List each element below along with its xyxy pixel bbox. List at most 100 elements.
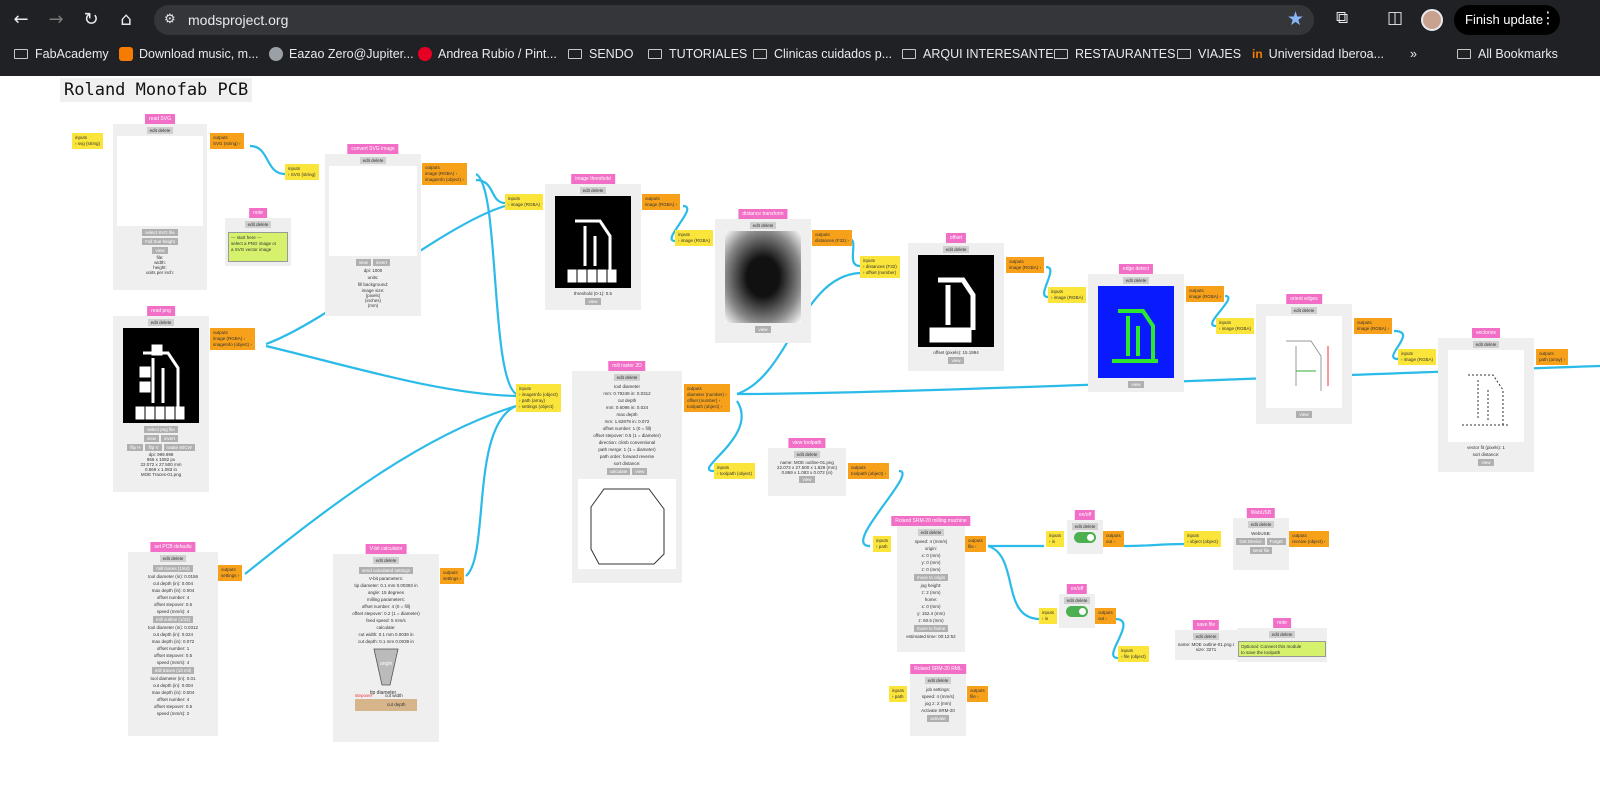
output-port[interactable]: outputs SVG (string) › [210,133,244,149]
module-mill-raster-2d[interactable]: mill raster 2D edit delete tool diameter… [572,361,682,583]
move-home-button[interactable]: move to home [913,625,949,632]
param-row[interactable]: x: 0 (mm) [897,603,965,610]
param-row[interactable]: mm: 0.6096 in: 0.024 [572,404,682,411]
bookmark-arqui[interactable]: ARQUI INTERESANTE [902,47,1054,61]
flip-v-button[interactable]: flip V [145,444,162,451]
param-row[interactable]: tip diameter: 0.1 mm 0.00393 in [333,582,439,589]
on-off-toggle[interactable] [1074,532,1096,543]
param-row[interactable]: path merge: 1 (1 = diameter) [572,446,682,453]
module-set-pcb-defaults[interactable]: set PCB defaults edit delete mill traces… [128,542,218,736]
param-row[interactable]: z: 2 (mm) [897,589,965,596]
input-port[interactable]: inputs › in [1046,531,1065,547]
input-port[interactable]: inputs › image (RGBA) [1216,318,1255,334]
flip-h-button[interactable]: flip H [127,444,144,451]
input-port[interactable]: inputs › image (RGBA) [505,194,544,210]
full-height-button[interactable]: Full true height [142,238,178,245]
module-note[interactable]: note edit delete Optional: Connect this … [1237,618,1327,662]
input-port[interactable]: inputs › SVG (string) [285,164,319,180]
param-row[interactable]: feed speed: 5 mm/s [333,617,439,624]
bookmark-download-music[interactable]: Download music, m... [119,47,258,61]
view-button[interactable]: view [948,357,964,364]
output-port[interactable]: outputs receive (object) › [1289,531,1329,547]
input-port[interactable]: inputs › distances (F32) › offset (number) [860,256,900,278]
calculate-button[interactable]: calculate [606,468,631,475]
output-port[interactable]: outputs file › [967,686,988,702]
input-port[interactable]: inputs › svg (string) [72,133,104,149]
get-device-button[interactable]: Get Device [1236,538,1265,545]
input-port[interactable]: inputs › image (RGBA) [675,230,714,246]
module-webusb[interactable]: WebUSB edit delete WebUSB: Get Device For… [1233,508,1289,570]
param-row[interactable]: direction: climb conventional [572,439,682,446]
module-read-png[interactable]: read png edit delete select png file vie… [113,306,209,492]
param-row[interactable]: offset number: 1 (0 = fill) [572,425,682,432]
param-row[interactable]: max depth (in): 0.004 [128,587,218,594]
extensions-icon[interactable]: ⧉ [1336,8,1348,28]
send-file-button[interactable]: send file [1249,547,1273,554]
param-row[interactable]: speed (mm/s): 4 [128,659,218,666]
more-bookmarks-icon[interactable]: » [1410,47,1417,61]
param-row[interactable]: speed: 4 (mm/s) [910,693,966,700]
output-port[interactable]: outputs image (RGBA) › imageInfo (object) … [422,163,467,185]
invert-button[interactable]: invert [161,435,179,442]
dpi-field[interactable]: dpi: 1000 [325,267,421,274]
mill-traces-button[interactable]: mill traces (1/64) [153,565,193,572]
input-port[interactable]: inputs › object (object) [1184,531,1222,547]
edit-delete[interactable]: edit delete [244,221,272,228]
param-row[interactable]: path order: forward reverse [572,453,682,460]
select-svg-button[interactable]: select SVG file [142,229,178,236]
output-port[interactable]: outputs out › [1095,608,1116,624]
output-port[interactable]: outputs image (RGBA) › [1354,318,1393,334]
edit-delete[interactable]: edit delete [942,246,970,253]
edit-delete[interactable]: edit delete [579,187,607,194]
input-port[interactable]: inputs › image (RGBA) [1398,349,1437,365]
on-off-toggle[interactable] [1066,606,1088,617]
param-row[interactable]: z: 60.5 (mm) [897,617,965,624]
menu-icon[interactable]: ⋮ [1540,8,1556,27]
invert-button[interactable]: invert [373,259,391,266]
view-button[interactable]: view [1478,459,1494,466]
param-row[interactable]: cut depth (in): 0.004 [128,682,218,689]
edit-delete[interactable]: edit delete [917,529,945,536]
bookmark-restaurantes[interactable]: RESTAURANTES [1054,47,1175,61]
param-row[interactable]: offset number: 4 [128,594,218,601]
bookmark-ibero[interactable]: in Universidad Iberoa... [1252,47,1384,61]
edit-delete[interactable]: edit delete [1192,633,1220,640]
edit-delete[interactable]: edit delete [1290,307,1318,314]
param-row[interactable]: x: 0 (mm) [897,552,965,559]
all-bookmarks[interactable]: All Bookmarks [1457,47,1558,61]
edit-delete[interactable]: edit delete [1063,597,1091,604]
output-port[interactable]: outputs image (RGBA) › [1186,286,1225,302]
param-row[interactable]: offset stepover: 0.2 (1 = diameter) [333,610,439,617]
param-row[interactable]: cut depth (in): 0.004 [128,580,218,587]
param-row[interactable]: max depth (in): 0.072 [128,638,218,645]
mods-canvas[interactable]: Roland Monofab PCB read SVG edit delete … [0,76,1600,807]
side-panel-icon[interactable]: ◫ [1387,8,1403,28]
bookmark-pinterest[interactable]: Andrea Rubio / Pint... [418,47,557,61]
module-roland-rml[interactable]: Roland SRM-20 RML edit delete job settin… [910,664,966,736]
param-row[interactable]: z: 0 (mm) [897,566,965,573]
module-vbit-calculator[interactable]: V-bit calculator edit delete send calcul… [333,544,439,742]
bookmark-fabacademy[interactable]: FabAcademy [14,47,109,61]
output-port[interactable]: outputs image (RGBA) › imageInfo (object) … [210,328,255,350]
view-button[interactable]: view [152,247,168,254]
output-port[interactable]: outputs image (RGBA) › [642,194,681,210]
param-row[interactable]: cut depth (in): 0.024 [128,631,218,638]
bookmark-tutoriales[interactable]: TUTORIALES [648,47,747,61]
output-port[interactable]: outputs diameter (number) › offset (number… [684,384,730,412]
module-vectorize[interactable]: vectorize edit delete vector fit (pixels… [1438,328,1534,472]
module-distance-transform[interactable]: distance transform edit delete view [715,209,811,343]
module-orient-edges[interactable]: orient edges edit delete view [1256,294,1352,424]
edit-delete[interactable]: edit delete [613,374,641,381]
view-button[interactable]: view [585,298,601,305]
activate-button[interactable]: activate [927,715,949,722]
param-row[interactable]: offset stepover: 0.5 [128,652,218,659]
output-port[interactable]: outputs toolpath (object) › [848,463,890,479]
bookmark-sendo[interactable]: SENDO [568,47,633,61]
output-port[interactable]: outputs distances (F32) › [812,230,852,246]
mill-outline-button[interactable]: mill outline (1/32) [152,616,194,623]
param-row[interactable]: tool diameter (in): 0.01 [128,675,218,682]
bookmark-eazao[interactable]: Eazao Zero@Jupiter... [269,47,414,61]
output-port[interactable]: outputs settings › [440,568,465,584]
avatar[interactable] [1421,9,1443,31]
edit-delete[interactable]: edit delete [372,557,400,564]
